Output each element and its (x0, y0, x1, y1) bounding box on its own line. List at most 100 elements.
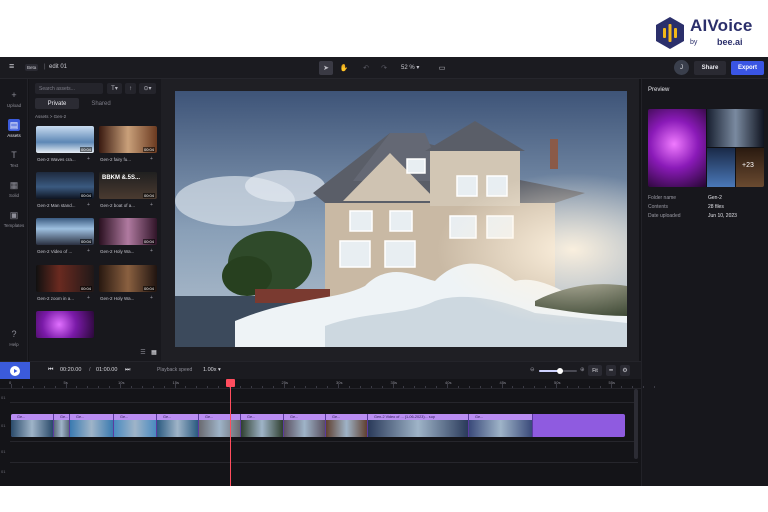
fit-button[interactable]: Fit (588, 365, 602, 376)
asset-thumbnail[interactable]: 00:04 (36, 126, 94, 153)
current-time: 00:20.00 (60, 367, 82, 373)
preview-tile (707, 109, 764, 147)
hand-tool-button[interactable]: ✋ (337, 61, 351, 75)
grid-view-button[interactable]: ▦ (150, 349, 158, 357)
zoom-out-icon[interactable]: ⊖ (530, 367, 535, 373)
time-separator: / (89, 367, 91, 373)
play-button[interactable] (0, 362, 30, 380)
user-avatar[interactable]: J (674, 60, 689, 75)
ruler-label: 45s (499, 380, 506, 385)
rail-item-solid[interactable]: ▦ Solid (0, 179, 28, 198)
export-button[interactable]: Export (731, 61, 764, 75)
field-value: Gen-2 (708, 195, 722, 201)
undo-button[interactable]: ↶ (359, 61, 373, 75)
asset-thumbnail[interactable]: 00:04 (99, 265, 157, 292)
ruler-label: 15s (172, 380, 179, 385)
zoom-in-icon[interactable]: ⊕ (580, 367, 585, 373)
rail-item-assets[interactable]: ▤ Assets (0, 119, 28, 138)
video-track[interactable]: Ge... Ge... Ge... Ge... Ge... Ge... Ge... Ge...… (11, 414, 625, 437)
timeline-clip[interactable]: Gen-2 Video of ... (1-06-2023)... sup (368, 414, 469, 437)
aspect-ratio-button[interactable]: ▭ (435, 61, 449, 75)
asset-thumbnail[interactable]: 00:04 (99, 218, 157, 245)
timeline-clip[interactable]: Ge... (284, 414, 326, 437)
timeline-settings-button[interactable]: ⚙ (620, 365, 630, 376)
asset-thumbnail[interactable] (36, 311, 94, 338)
timeline-ruler[interactable]: 05s10s15s20s25s30s35s40s45s50s55s (0, 379, 656, 389)
timeline-clip[interactable]: Ge... (54, 414, 70, 437)
asset-thumbnail[interactable]: 00:04 (99, 126, 157, 153)
add-icon[interactable]: + (87, 202, 90, 208)
timeline-clip[interactable]: Ge... (157, 414, 199, 437)
timeline-zoom-slider[interactable] (539, 368, 577, 374)
add-icon[interactable]: + (150, 202, 153, 208)
ruler-tick (120, 384, 121, 388)
list-view-button[interactable]: ☰ (139, 349, 147, 357)
add-icon[interactable]: + (150, 248, 153, 254)
search-input[interactable]: Search assets... (35, 83, 103, 94)
ruler-tick (32, 386, 34, 388)
add-icon[interactable]: + (150, 156, 153, 162)
timeline-clip[interactable]: Ge... (469, 414, 533, 437)
timeline-clip[interactable]: Ge... (114, 414, 157, 437)
ruler-tick (447, 384, 448, 388)
add-icon[interactable]: + (87, 248, 90, 254)
project-name[interactable]: edit 01 (49, 64, 67, 70)
speed-value: 1.00x (203, 367, 217, 373)
ruler-label: 30s (336, 380, 343, 385)
play-icon (10, 366, 20, 376)
rail-item-templates[interactable]: ▣ Templates (0, 209, 28, 228)
rail-item-text[interactable]: T Text (0, 149, 28, 168)
timeline-clip[interactable]: Ge... (199, 414, 241, 437)
skip-forward-icon[interactable]: ⏭ (125, 367, 130, 374)
asset-thumbnail[interactable]: BBKM &.5S... 00:04 (99, 172, 157, 199)
ruler-tick (534, 386, 536, 388)
help-icon: ? (11, 329, 17, 339)
tab-shared[interactable]: Shared (79, 98, 123, 109)
timeline-clip[interactable]: Ge... (11, 414, 54, 437)
add-icon[interactable]: + (87, 295, 90, 301)
timeline-clip[interactable]: Ge... (70, 414, 114, 437)
share-button[interactable]: Share (694, 61, 726, 75)
playhead[interactable] (230, 379, 231, 486)
ruler-tick (218, 386, 220, 388)
more-options-button[interactable]: ⊙▾ (139, 83, 156, 94)
playback-speed-select[interactable]: 1.00x ▾ (203, 367, 221, 373)
project-badge: Beta (25, 64, 39, 71)
ruler-tick (556, 384, 557, 388)
asset-title: Gen-2 Holy Wa... (100, 296, 135, 301)
duration-badge: 00:04 (79, 193, 92, 198)
upload-button[interactable]: ↑ (125, 83, 136, 94)
collapse-button[interactable]: ━ (606, 365, 616, 376)
clip-label: Ge... (17, 415, 26, 419)
asset-thumbnail[interactable]: 00:04 (36, 265, 94, 292)
playhead-handle[interactable] (226, 379, 235, 387)
timeline-clip[interactable]: Ge... (241, 414, 284, 437)
asset-overlay-text: BBKM &.5S... (102, 175, 141, 181)
ruler-tick (436, 386, 438, 388)
select-tool-button[interactable]: ➤ (319, 61, 333, 75)
hamburger-icon[interactable]: ≡ (9, 62, 14, 71)
add-icon[interactable]: + (87, 156, 90, 162)
folder-preview-grid[interactable]: +23 (648, 109, 764, 187)
skip-back-icon[interactable]: ⏮ (48, 367, 53, 374)
clip-label: Ge... (475, 415, 484, 419)
breadcrumb[interactable]: Assets > Gen-2 (35, 114, 66, 119)
clip-label: Ge... (76, 415, 85, 419)
zoom-select[interactable]: 52 % ▾ (401, 64, 419, 71)
redo-button[interactable]: ↷ (377, 61, 391, 75)
tab-private[interactable]: Private (35, 98, 79, 109)
asset-thumbnail[interactable]: 00:04 (36, 172, 94, 199)
ruler-tick (261, 386, 263, 388)
timeline-scrollbar[interactable] (634, 389, 638, 459)
add-icon[interactable]: + (150, 295, 153, 301)
ruler-tick (523, 386, 525, 388)
rail-item-help[interactable]: ? Help (0, 328, 28, 347)
filter-button[interactable]: T▾ (107, 83, 122, 94)
video-preview[interactable] (175, 91, 627, 347)
screen-icon: ▭ (438, 65, 446, 72)
timeline-clip[interactable]: Ge... (326, 414, 368, 437)
rail-item-upload[interactable]: + Upload (0, 89, 28, 108)
asset-thumbnail[interactable]: 00:04 (36, 218, 94, 245)
more-icon: ⊙▾ (143, 86, 152, 92)
zoom-slider-knob[interactable] (556, 368, 563, 374)
